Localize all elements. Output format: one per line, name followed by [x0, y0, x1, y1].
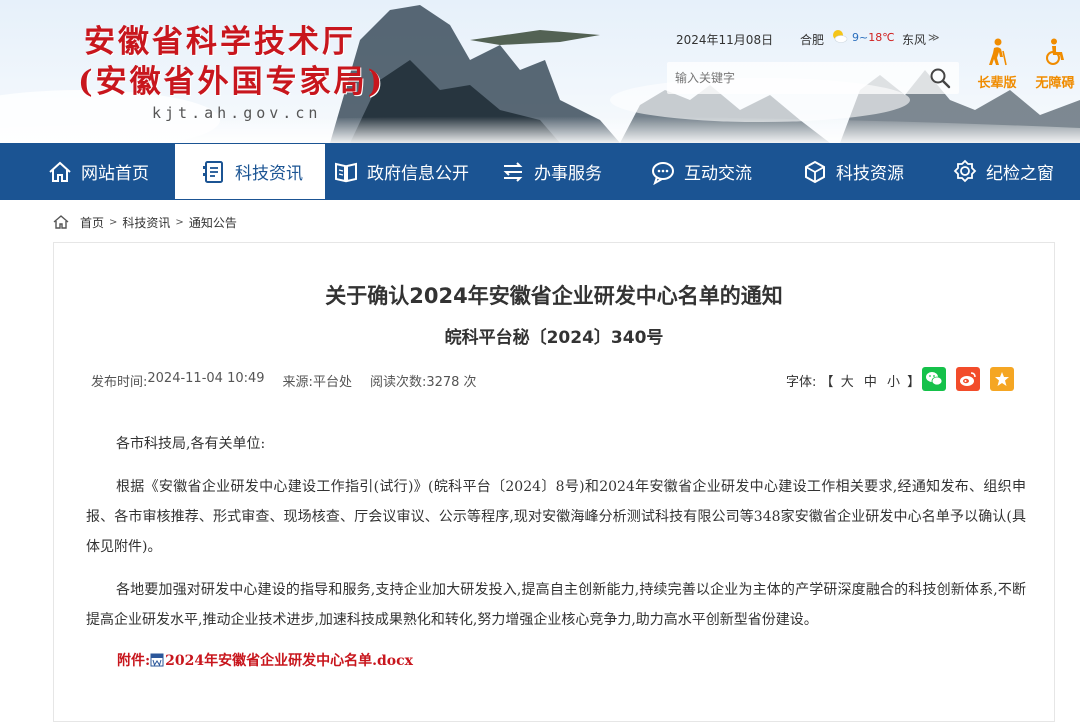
attachment-label: 附件:: [117, 653, 151, 669]
source-value: 平台处: [312, 375, 352, 390]
article-paragraph-1: 根据《安徽省企业研发中心建设工作指引(试行)》(皖科平台〔2024〕8号)和20…: [86, 479, 1026, 555]
service-icon: [503, 161, 523, 182]
weather-city: 合肥: [800, 33, 825, 47]
views-count: 3278 次: [426, 375, 477, 390]
font-size-label: 字体:: [786, 375, 817, 390]
wheelchair-icon: [1046, 38, 1064, 65]
news-icon: [203, 160, 223, 183]
weibo-icon: [960, 372, 976, 386]
elder-person-icon: [989, 38, 1007, 66]
main-nav: 网站首页 科技资讯 政府信息公开 办事服务 互动交流 科技资源 纪检之窗: [0, 143, 1080, 200]
nav-item-interaction[interactable]: 互动交流: [650, 143, 752, 200]
nav-label-resources: 科技资源: [836, 164, 904, 184]
home-icon: [49, 161, 71, 182]
header-banner: 安徽省科学技术厅 (安徽省外国专家局) kjt.ah.gov.cn 2024年1…: [0, 0, 1080, 143]
breadcrumb-home[interactable]: 首页: [80, 214, 104, 231]
temp-high: 18℃: [868, 31, 895, 44]
source-label: 来源:: [282, 375, 313, 390]
publish-time: 2024-11-04 10:49: [147, 371, 265, 386]
views-label: 阅读次数:: [369, 375, 427, 390]
weather-wind: 东风: [902, 33, 927, 47]
search-box: [667, 62, 959, 94]
nav-label-gov-info: 政府信息公开: [367, 164, 469, 184]
site-title-line1: 安徽省科学技术厅: [84, 24, 356, 60]
publish-time-label: 发布时间:: [91, 375, 148, 390]
share-weibo-button[interactable]: [956, 367, 980, 391]
nav-label-discipline: 纪检之窗: [986, 164, 1054, 184]
nav-item-discipline[interactable]: 纪检之窗: [952, 143, 1054, 200]
badge-icon: [953, 159, 977, 182]
word-file-icon: [150, 653, 164, 667]
font-small-button[interactable]: 小: [887, 375, 900, 390]
site-title-line2: (安徽省外国专家局): [78, 64, 386, 100]
elder-mode-button[interactable]: 长辈版: [972, 38, 1022, 91]
book-icon: [335, 162, 357, 182]
search-input[interactable]: [667, 63, 917, 93]
accessibility-button[interactable]: 无障碍: [1030, 38, 1080, 91]
breadcrumb: 首页 > 科技资讯 > 通知公告: [52, 212, 237, 232]
weather-temperature: 9~18℃: [852, 31, 895, 44]
cube-icon: [805, 160, 825, 183]
font-bracket-close: 】: [907, 375, 921, 390]
nav-item-gov-info[interactable]: 政府信息公开: [333, 143, 469, 200]
attachment: 附件: 2024年安徽省企业研发中心名单.docx: [117, 650, 413, 670]
nav-label-news: 科技资讯: [235, 164, 303, 184]
attachment-link[interactable]: 2024年安徽省企业研发中心名单.docx: [165, 650, 413, 670]
wechat-icon: [926, 372, 943, 386]
breadcrumb-news[interactable]: 科技资讯: [122, 214, 170, 231]
nav-item-news[interactable]: 科技资讯: [175, 144, 325, 199]
star-icon: [995, 372, 1009, 386]
article-doc-number: 皖科平台秘〔2024〕340号: [444, 328, 664, 348]
sunny-cloud-icon: [833, 30, 848, 43]
nav-label-home: 网站首页: [81, 164, 149, 184]
search-icon[interactable]: [929, 67, 951, 89]
font-large-button[interactable]: 大: [841, 375, 854, 390]
temp-low: 9~: [852, 31, 869, 44]
breadcrumb-separator: >: [109, 216, 118, 228]
site-title: 安徽省科学技术厅 (安徽省外国专家局): [78, 22, 385, 102]
nav-item-resources[interactable]: 科技资源: [802, 143, 904, 200]
article-greeting: 各市科技局,各有关单位:: [116, 436, 266, 452]
article-title: 关于确认2024年安徽省企业研发中心名单的通知: [325, 284, 783, 308]
article-meta: 发布时间: 2024-11-04 10:49 来源: 平台处 阅读次数: 327…: [91, 371, 477, 390]
share-wechat-button[interactable]: [922, 367, 946, 391]
breadcrumb-separator: >: [175, 216, 184, 228]
double-chevron-right-icon[interactable]: ≫: [928, 31, 940, 44]
article-paragraph-2: 各地要加强对研发中心建设的指导和服务,支持企业加大研发投入,提高自主创新能力,持…: [86, 582, 1026, 628]
font-bracket-open: 【: [820, 375, 834, 390]
site-domain: kjt.ah.gov.cn: [152, 104, 322, 122]
nav-item-services[interactable]: 办事服务: [500, 143, 602, 200]
nav-label-interaction: 互动交流: [684, 164, 752, 184]
font-medium-button[interactable]: 中: [864, 375, 877, 390]
nav-item-home[interactable]: 网站首页: [47, 143, 149, 200]
chat-icon: [652, 161, 674, 185]
breadcrumb-notices[interactable]: 通知公告: [189, 214, 237, 231]
nav-label-services: 办事服务: [534, 164, 602, 184]
elder-mode-label: 长辈版: [977, 76, 1017, 91]
home-icon: [53, 215, 69, 229]
current-date: 2024年11月08日: [676, 33, 774, 47]
accessibility-label: 无障碍: [1035, 76, 1075, 91]
favorite-button[interactable]: [990, 367, 1014, 391]
font-size-control: 字体: 【 大 中 小 】: [786, 371, 920, 390]
